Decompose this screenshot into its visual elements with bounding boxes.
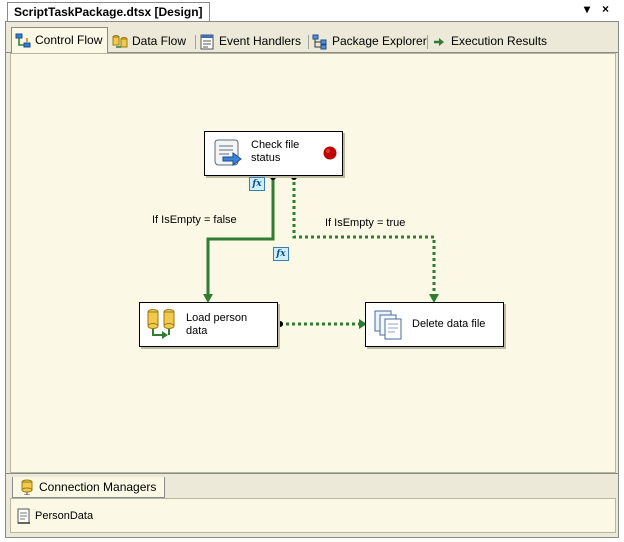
task-label: Delete data file (412, 318, 486, 330)
task-label-line1: Check file (251, 139, 300, 151)
expression-badge-false[interactable]: fx (249, 177, 265, 191)
tab-label: Data Flow (132, 34, 187, 48)
document-tab[interactable]: ScriptTaskPackage.dtsx [Design] (7, 2, 210, 21)
tab-data-flow[interactable]: Data Flow (109, 31, 191, 51)
execution-results-icon (434, 38, 444, 46)
connection-managers-pane[interactable]: PersonData (10, 498, 616, 533)
precedence-true-label: If IsEmpty = true (325, 217, 406, 229)
designer-tabstrip: Control Flow Data Flow Event Handlers Pa… (6, 27, 618, 54)
task-load-person-data[interactable]: Load person data (139, 302, 278, 347)
task-check-file-status[interactable]: Check file status (204, 131, 343, 176)
precedence-constraints (203, 174, 439, 329)
precedence-false-line[interactable] (206, 176, 275, 298)
tab-label: Event Handlers (219, 34, 302, 48)
tab-label: Connection Managers (39, 480, 157, 494)
connection-managers-icon (21, 479, 33, 495)
connection-manager-item[interactable]: PersonData (17, 508, 93, 524)
tab-package-explorer[interactable]: Package Explorer (309, 31, 432, 51)
task-label-line2: status (251, 152, 281, 164)
task-label-line2: data (186, 325, 208, 337)
task-label-line1: Load person (186, 312, 248, 324)
data-flow-icon (112, 35, 128, 48)
event-handlers-icon (200, 34, 214, 50)
script-task-icon (214, 139, 242, 166)
tab-control-flow[interactable]: Control Flow (11, 27, 109, 54)
file-system-task-icon (374, 310, 402, 340)
connection-manager-label: PersonData (35, 510, 94, 522)
breakpoint-icon[interactable] (322, 145, 338, 161)
tab-label: Package Explorer (332, 34, 427, 48)
tab-connection-managers[interactable]: Connection Managers (12, 477, 166, 498)
flat-file-connection-icon (17, 508, 30, 524)
tab-label: Execution Results (451, 34, 548, 48)
connection-managers-strip: Connection Managers (6, 473, 618, 500)
control-flow-canvas[interactable]: Check file status fx fx If IsEmpty = fal… (10, 53, 616, 473)
data-flow-task-icon (147, 309, 175, 339)
close-window-button[interactable]: × (602, 2, 609, 16)
tab-label: Control Flow (35, 33, 103, 47)
expression-badge-true[interactable]: fx (273, 247, 289, 261)
control-flow-icon (15, 33, 31, 48)
tab-event-handlers[interactable]: Event Handlers (196, 31, 306, 51)
package-explorer-icon (312, 34, 327, 50)
precedence-false-label: If IsEmpty = false (152, 214, 237, 226)
task-delete-data-file[interactable]: Delete data file (365, 302, 504, 347)
window-menu-dropdown-icon[interactable]: ▾ (584, 2, 590, 16)
tab-execution-results[interactable]: Execution Results (428, 31, 552, 51)
precedence-true-line[interactable] (292, 176, 436, 298)
package-designer: Control Flow Data Flow Event Handlers Pa… (5, 21, 619, 538)
